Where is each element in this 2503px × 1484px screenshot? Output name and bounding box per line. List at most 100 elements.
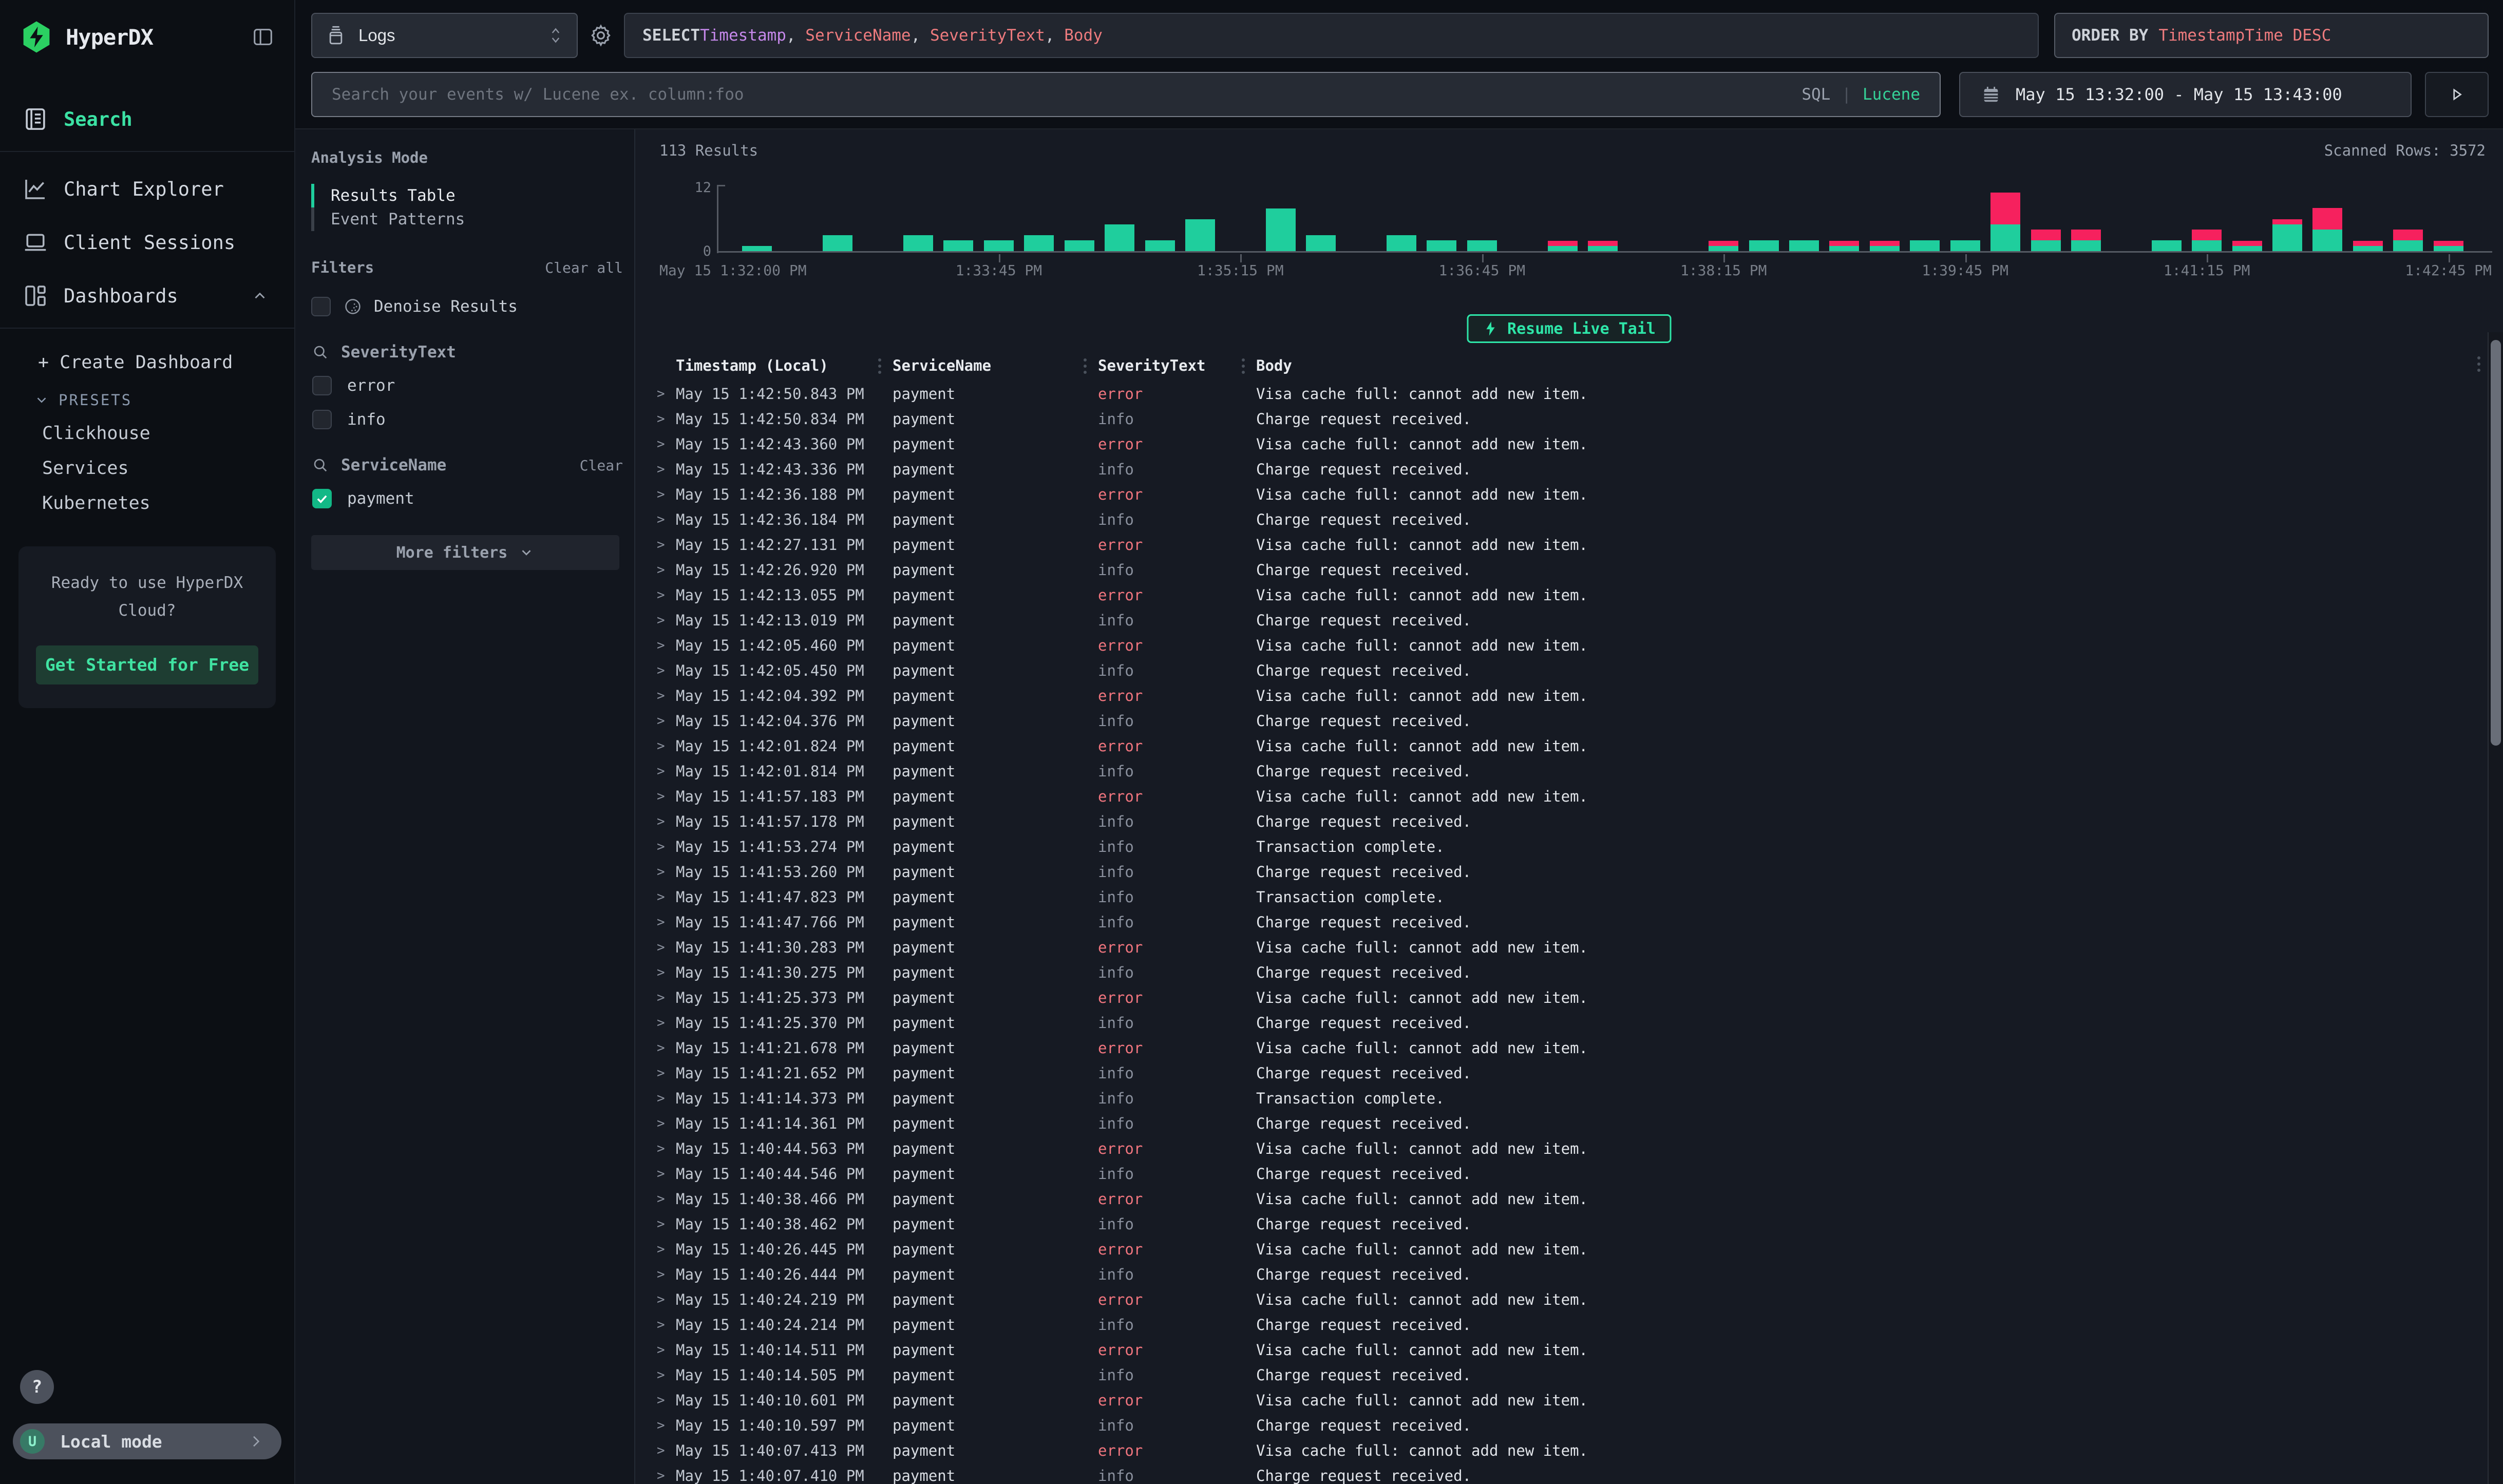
histogram-bar-error[interactable] [2434, 241, 2463, 246]
histogram-bar-info[interactable] [1387, 235, 1416, 251]
table-row[interactable]: >May 15 1:42:36.188 PMpaymenterrorVisa c… [635, 482, 2486, 507]
table-row[interactable]: >May 15 1:40:38.466 PMpaymenterrorVisa c… [635, 1186, 2486, 1211]
histogram-bar-info[interactable] [2393, 240, 2423, 251]
histogram-bar-info[interactable] [1065, 240, 1094, 251]
clear-servicename-button[interactable]: Clear [580, 457, 623, 474]
table-row[interactable]: >May 15 1:41:53.274 PMpaymentinfoTransac… [635, 834, 2486, 859]
filter-option-payment[interactable]: payment [312, 489, 623, 508]
table-row[interactable]: >May 15 1:41:25.370 PMpaymentinfoCharge … [635, 1010, 2486, 1035]
sidebar-item-kubernetes[interactable]: Kubernetes [42, 493, 294, 513]
histogram-bar-error[interactable] [2232, 241, 2262, 246]
help-button[interactable]: ? [20, 1370, 54, 1404]
column-drag-handle[interactable] [1242, 358, 1245, 374]
tab-event-patterns[interactable]: Event Patterns [311, 207, 623, 231]
table-row[interactable]: >May 15 1:40:38.462 PMpaymentinfoCharge … [635, 1211, 2486, 1236]
sidebar-item-clickhouse[interactable]: Clickhouse [42, 423, 294, 444]
histogram-bar-info[interactable] [943, 240, 973, 251]
histogram-bar-error[interactable] [2312, 208, 2342, 230]
table-row[interactable]: >May 15 1:40:14.505 PMpaymentinfoCharge … [635, 1362, 2486, 1387]
histogram-bar-info[interactable] [1950, 240, 1980, 251]
histogram-bar-info[interactable] [2312, 230, 2342, 251]
histogram-bar-info[interactable] [1829, 246, 1859, 251]
table-row[interactable]: >May 15 1:42:43.360 PMpaymenterrorVisa c… [635, 431, 2486, 456]
table-row[interactable]: >May 15 1:40:07.410 PMpaymentinfoCharge … [635, 1463, 2486, 1484]
histogram-bar-info[interactable] [1024, 235, 1054, 251]
sidebar-item-chart-explorer[interactable]: Chart Explorer [0, 173, 294, 205]
histogram-bar-info[interactable] [2152, 240, 2182, 251]
column-header-body[interactable]: Body [1256, 357, 2486, 374]
histogram-bar-error[interactable] [2192, 230, 2222, 240]
histogram-bar-error[interactable] [1870, 241, 1900, 246]
table-row[interactable]: >May 15 1:41:47.766 PMpaymentinfoCharge … [635, 909, 2486, 935]
histogram-bar-info[interactable] [1185, 219, 1215, 251]
histogram-bar-error[interactable] [1548, 241, 1578, 246]
table-row[interactable]: >May 15 1:41:57.178 PMpaymentinfoCharge … [635, 809, 2486, 834]
histogram-bar-info[interactable] [1548, 246, 1578, 251]
filter-group-servicename[interactable]: ServiceName Clear [311, 456, 623, 474]
table-row[interactable]: >May 15 1:42:05.460 PMpaymenterrorVisa c… [635, 633, 2486, 658]
get-started-button[interactable]: Get Started for Free [36, 645, 258, 684]
table-row[interactable]: >May 15 1:42:05.450 PMpaymentinfoCharge … [635, 658, 2486, 683]
select-clause[interactable]: SELECT Timestamp, ServiceName, SeverityT… [624, 13, 2039, 58]
sidebar-item-client-sessions[interactable]: Client Sessions [0, 226, 294, 259]
table-row[interactable]: >May 15 1:40:26.444 PMpaymentinfoCharge … [635, 1262, 2486, 1287]
histogram-bar-info[interactable] [1588, 246, 1618, 251]
table-row[interactable]: >May 15 1:41:30.283 PMpaymenterrorVisa c… [635, 935, 2486, 960]
histogram-bar-info[interactable] [742, 246, 772, 251]
histogram-bar-info[interactable] [1749, 240, 1779, 251]
histogram-bar-info[interactable] [1789, 240, 1819, 251]
sidebar-item-dashboards[interactable]: Dashboards [0, 279, 294, 312]
histogram-bar-info[interactable] [1870, 246, 1900, 251]
run-query-button[interactable] [2425, 72, 2489, 117]
table-row[interactable]: >May 15 1:42:04.376 PMpaymentinfoCharge … [635, 708, 2486, 733]
column-header-severitytext[interactable]: SeverityText [1098, 357, 1256, 374]
histogram-bar-info[interactable] [903, 235, 933, 251]
histogram-bar-info[interactable] [823, 235, 852, 251]
table-options-menu[interactable] [2477, 356, 2480, 372]
filter-group-severitytext[interactable]: SeverityText [311, 343, 623, 362]
column-drag-handle[interactable] [1084, 358, 1087, 374]
histogram-bar-info[interactable] [1306, 235, 1336, 251]
resume-live-tail-button[interactable]: Resume Live Tail [1467, 314, 1672, 343]
histogram-bar-error[interactable] [2272, 219, 2302, 224]
table-row[interactable]: >May 15 1:40:26.445 PMpaymenterrorVisa c… [635, 1236, 2486, 1262]
time-range-picker[interactable]: May 15 13:32:00 - May 15 13:43:00 [1959, 72, 2412, 117]
table-row[interactable]: >May 15 1:40:07.413 PMpaymenterrorVisa c… [635, 1438, 2486, 1463]
presets-section-toggle[interactable]: PRESETS [34, 391, 294, 409]
table-row[interactable]: >May 15 1:41:30.275 PMpaymentinfoCharge … [635, 960, 2486, 985]
table-row[interactable]: >May 15 1:41:21.678 PMpaymenterrorVisa c… [635, 1035, 2486, 1060]
table-row[interactable]: >May 15 1:42:04.392 PMpaymenterrorVisa c… [635, 683, 2486, 708]
filter-option-info[interactable]: info [312, 410, 623, 429]
table-row[interactable]: >May 15 1:41:47.823 PMpaymentinfoTransac… [635, 884, 2486, 909]
table-row[interactable]: >May 15 1:41:25.373 PMpaymenterrorVisa c… [635, 985, 2486, 1010]
create-dashboard-button[interactable]: + Create Dashboard [38, 352, 294, 373]
table-row[interactable]: >May 15 1:42:01.814 PMpaymentinfoCharge … [635, 758, 2486, 784]
source-select[interactable]: Logs [311, 13, 578, 58]
table-row[interactable]: >May 15 1:41:21.652 PMpaymentinfoCharge … [635, 1060, 2486, 1086]
scrollbar-thumb[interactable] [2491, 340, 2501, 746]
histogram-bar-info[interactable] [1467, 240, 1497, 251]
table-scrollbar[interactable] [2488, 332, 2503, 1484]
table-row[interactable]: >May 15 1:41:57.183 PMpaymenterrorVisa c… [635, 784, 2486, 809]
histogram-plot[interactable] [717, 186, 2492, 253]
table-row[interactable]: >May 15 1:42:43.336 PMpaymentinfoCharge … [635, 456, 2486, 482]
tab-results-table[interactable]: Results Table [311, 184, 623, 207]
table-row[interactable]: >May 15 1:40:44.563 PMpaymenterrorVisa c… [635, 1136, 2486, 1161]
table-row[interactable]: >May 15 1:40:44.546 PMpaymentinfoCharge … [635, 1161, 2486, 1186]
column-header-timestamp[interactable]: Timestamp (Local) [676, 357, 893, 374]
histogram-bar-info[interactable] [1105, 224, 1134, 251]
filter-option-error[interactable]: error [312, 376, 623, 395]
search-input[interactable]: Search your events w/ Lucene ex. column:… [311, 72, 1941, 117]
column-drag-handle[interactable] [878, 358, 881, 374]
histogram-bar-info[interactable] [1709, 246, 1738, 251]
histogram-bar-error[interactable] [2071, 230, 2101, 240]
mode-toggle-sql[interactable]: SQL [1802, 85, 1830, 104]
table-row[interactable]: >May 15 1:41:14.361 PMpaymentinfoCharge … [635, 1111, 2486, 1136]
table-row[interactable]: >May 15 1:42:01.824 PMpaymenterrorVisa c… [635, 733, 2486, 758]
histogram-bar-info[interactable] [2434, 246, 2463, 251]
column-header-servicename[interactable]: ServiceName [893, 357, 1098, 374]
table-row[interactable]: >May 15 1:42:50.843 PMpaymenterrorVisa c… [635, 381, 2486, 406]
histogram-bar-info[interactable] [2232, 246, 2262, 251]
denoise-results-checkbox[interactable]: Denoise Results [311, 297, 623, 316]
table-row[interactable]: >May 15 1:40:10.597 PMpaymentinfoCharge … [635, 1413, 2486, 1438]
